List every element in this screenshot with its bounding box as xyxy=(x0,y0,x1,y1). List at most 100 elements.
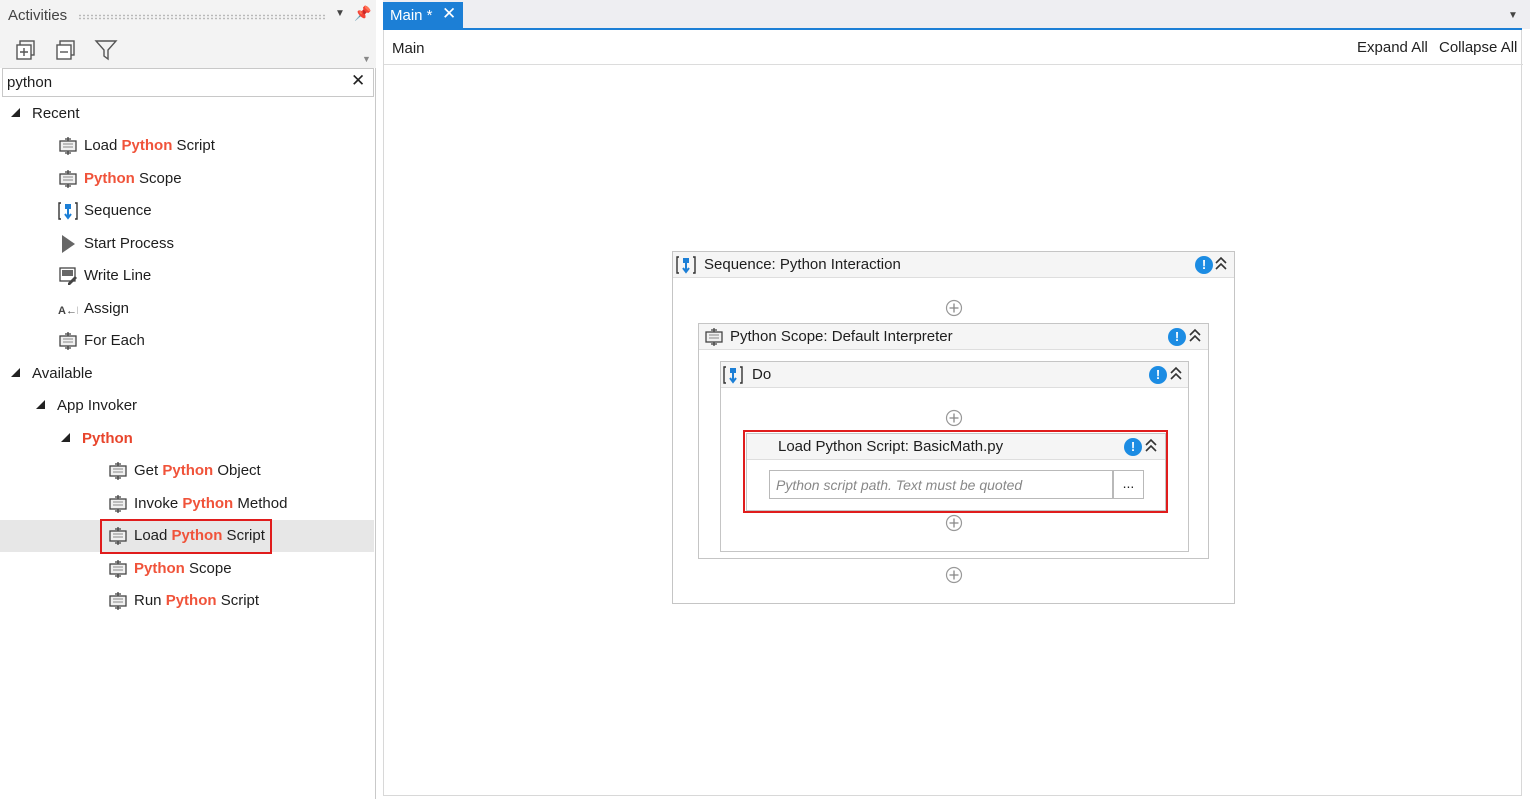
activity-icon xyxy=(108,494,128,514)
recent-activity-item[interactable]: For Each xyxy=(0,325,374,357)
expanded-triangle-icon[interactable] xyxy=(61,433,70,442)
tree-node-recent[interactable]: Recent xyxy=(0,98,374,130)
tree-item-label: Assign xyxy=(84,300,129,317)
collapse-chevron-icon[interactable] xyxy=(1214,255,1228,271)
recent-activity-item[interactable]: Write Line xyxy=(0,260,374,292)
sequence-icon xyxy=(676,255,696,275)
sequence-icon xyxy=(723,365,743,385)
tree-node-app-invoker[interactable]: App Invoker xyxy=(0,390,374,422)
python-activity-item[interactable]: Get Python Object xyxy=(0,455,374,487)
python-activity-item[interactable]: Invoke Python Method xyxy=(0,488,374,520)
tree-item-label: Get Python Object xyxy=(134,462,261,479)
do-title: Do xyxy=(752,366,772,383)
expand-all-icon[interactable] xyxy=(14,38,38,62)
activity-icon xyxy=(58,136,78,156)
search-box: ✕ xyxy=(2,68,374,97)
sequence-header[interactable]: Sequence: Python Interaction ! xyxy=(673,252,1234,278)
recent-activity-item[interactable]: Load Python Script xyxy=(0,130,374,162)
expanded-triangle-icon[interactable] xyxy=(11,368,20,377)
search-match-text: Python xyxy=(134,559,185,577)
tree-item-label: Python Scope xyxy=(84,170,182,187)
workflow-designer: Main Expand All Collapse All Sequence: P… xyxy=(383,30,1523,796)
python-activity-item[interactable]: Python Scope xyxy=(0,553,374,585)
python-scope-activity[interactable]: Python Scope: Default Interpreter ! Do ! xyxy=(698,323,1209,559)
search-input[interactable] xyxy=(7,72,337,93)
add-activity-plus-icon[interactable] xyxy=(945,566,963,584)
drag-grip[interactable] xyxy=(78,14,326,20)
document-tab-strip: Main * ✕ xyxy=(383,0,1530,29)
item-text: Write Line xyxy=(84,267,152,284)
filter-icon[interactable] xyxy=(94,38,118,62)
tree-item-label: Python Scope xyxy=(134,560,232,577)
item-text: Start Process xyxy=(84,234,175,252)
tab-main-label: Main * xyxy=(390,7,433,24)
play-icon xyxy=(58,234,78,254)
warning-icon[interactable]: ! xyxy=(1195,256,1213,274)
item-text: Assign xyxy=(84,299,130,317)
toolbar-overflow-icon[interactable]: ▼ xyxy=(362,54,371,64)
python-scope-title: Python Scope: Default Interpreter xyxy=(730,328,953,345)
pin-icon[interactable]: 📌 xyxy=(354,5,371,22)
python-activity-item[interactable]: Run Python Script xyxy=(0,585,374,617)
item-text: Sequence xyxy=(84,202,152,219)
tab-list-dropdown-icon[interactable]: ▼ xyxy=(1508,10,1518,21)
activity-icon xyxy=(108,559,128,579)
tab-main[interactable]: Main * ✕ xyxy=(383,2,463,29)
tree-node-available[interactable]: Available xyxy=(0,358,374,390)
tree-item-label: Write Line xyxy=(84,267,151,284)
recent-label: Recent xyxy=(32,105,80,122)
clear-search-icon[interactable]: ✕ xyxy=(351,71,365,91)
expand-all-link[interactable]: Expand All xyxy=(1357,39,1428,56)
do-header[interactable]: Do ! xyxy=(721,362,1188,388)
expanded-triangle-icon[interactable] xyxy=(36,400,45,409)
search-match-text: Python xyxy=(165,592,217,609)
breadcrumb[interactable]: Main xyxy=(392,40,425,57)
recent-activity-item[interactable]: Python Scope xyxy=(0,163,374,195)
add-activity-plus-icon[interactable] xyxy=(945,514,963,532)
item-text: Load xyxy=(84,137,122,154)
add-activity-plus-icon[interactable] xyxy=(945,299,963,317)
tree-item-label: Run Python Script xyxy=(134,592,259,609)
assign-icon: A←B xyxy=(58,299,85,319)
item-text: Scope xyxy=(134,169,182,187)
item-text: Scope xyxy=(184,559,232,577)
available-label: Available xyxy=(32,365,93,382)
recent-activity-item[interactable]: Start Process xyxy=(0,228,374,260)
item-text: Method xyxy=(233,494,288,512)
python-scope-header[interactable]: Python Scope: Default Interpreter ! xyxy=(699,324,1208,350)
activity-icon xyxy=(704,327,724,347)
sequence-title: Sequence: Python Interaction xyxy=(704,256,901,273)
item-text: Script xyxy=(172,137,215,154)
sequence-activity[interactable]: Sequence: Python Interaction ! Python Sc… xyxy=(672,251,1235,604)
expanded-triangle-icon[interactable] xyxy=(11,108,20,117)
item-text: Get xyxy=(134,462,163,479)
recent-activity-item[interactable]: A←B Assign xyxy=(0,293,374,325)
tree-item-label: Start Process xyxy=(84,235,174,252)
tree-node-python[interactable]: Python xyxy=(0,423,374,455)
activity-icon xyxy=(58,331,78,351)
collapse-all-link[interactable]: Collapse All xyxy=(1439,39,1517,56)
tree-item-label: Sequence xyxy=(84,202,152,219)
activities-title: Activities xyxy=(8,7,68,24)
item-text: Object xyxy=(213,462,261,479)
search-match-text: Python xyxy=(121,137,173,154)
collapse-all-icon[interactable] xyxy=(54,38,78,62)
panel-dropdown-icon[interactable]: ▼ xyxy=(335,8,345,19)
app-invoker-label: App Invoker xyxy=(57,397,138,414)
recent-activity-item[interactable]: Sequence xyxy=(0,195,374,227)
close-tab-icon[interactable]: ✕ xyxy=(442,4,456,24)
item-text: Invoke xyxy=(134,494,183,512)
item-text: For Each xyxy=(84,332,145,349)
add-activity-plus-icon[interactable] xyxy=(945,409,963,427)
search-match-text: Python xyxy=(84,169,135,187)
warning-icon[interactable]: ! xyxy=(1149,366,1167,384)
warning-icon[interactable]: ! xyxy=(1168,328,1186,346)
do-sequence-activity[interactable]: Do ! Load Python Script: BasicMath.py ! xyxy=(720,361,1189,552)
collapse-chevron-icon[interactable] xyxy=(1188,327,1202,343)
search-match-text: Python xyxy=(182,494,234,512)
write-line-icon xyxy=(58,266,78,286)
search-match-text: Python xyxy=(162,462,214,479)
collapse-chevron-icon[interactable] xyxy=(1169,365,1183,381)
activity-icon xyxy=(108,461,128,481)
activity-icon xyxy=(58,169,78,189)
